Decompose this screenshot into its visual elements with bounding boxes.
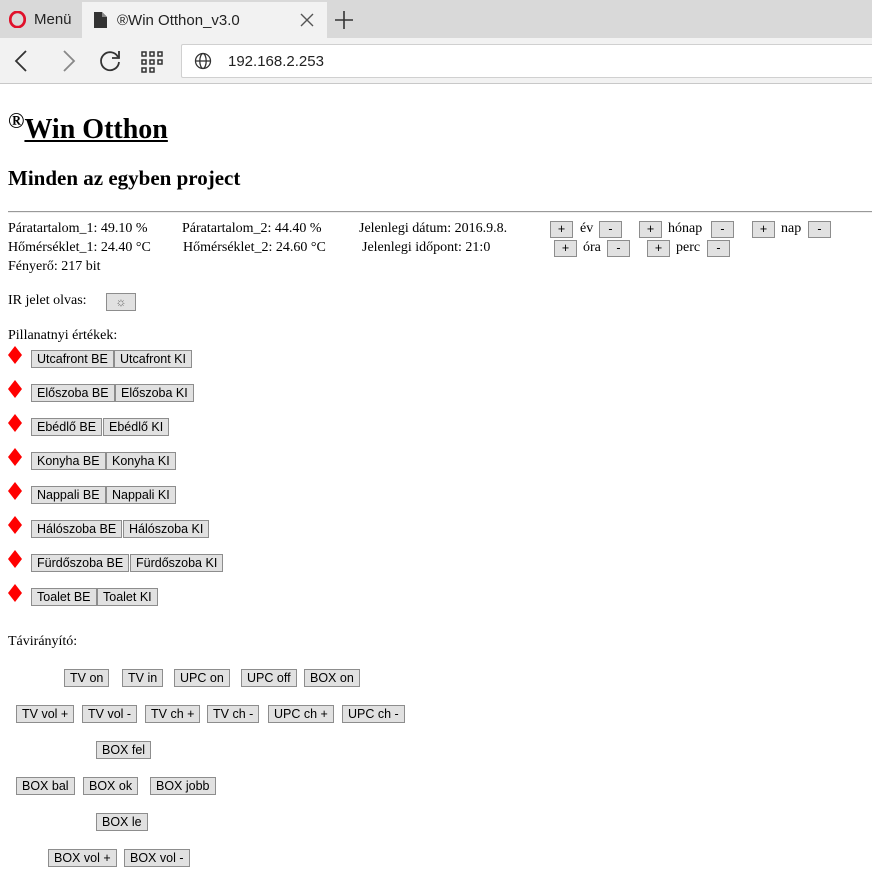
humidity-2: Páratartalom_2: 44.40 % bbox=[182, 221, 322, 236]
close-tab-icon[interactable] bbox=[299, 12, 315, 28]
box-on-button[interactable]: BOX on bbox=[304, 669, 360, 687]
room-on-button[interactable]: Toalet BE bbox=[31, 588, 97, 606]
menu-label: Menü bbox=[34, 10, 72, 28]
day-label: nap bbox=[781, 221, 802, 236]
address-text: 192.168.2.253 bbox=[228, 52, 324, 70]
tv-vol-down-button[interactable]: TV vol - bbox=[82, 705, 138, 723]
humidity-1: Páratartalom_1: 49.10 % bbox=[8, 221, 148, 236]
opera-menu-button[interactable]: Menü bbox=[0, 0, 82, 38]
current-date: Jelenlegi dátum: 2016.9.8. bbox=[359, 221, 508, 236]
page-title: ®Win Otthon bbox=[8, 108, 168, 146]
box-down-button[interactable]: BOX le bbox=[96, 813, 148, 831]
year-plus-button[interactable]: + bbox=[550, 221, 573, 238]
status-diamond-icon bbox=[8, 448, 22, 466]
status-diamond-icon bbox=[8, 482, 22, 500]
tv-in-button[interactable]: TV in bbox=[122, 669, 164, 687]
tv-ch-up-button[interactable]: TV ch + bbox=[145, 705, 201, 723]
room-off-button[interactable]: Nappali KI bbox=[106, 486, 176, 504]
room-off-button[interactable]: Ebédlő KI bbox=[103, 418, 170, 436]
page-subtitle: Minden az egyben project bbox=[8, 166, 241, 190]
room-on-button[interactable]: Ebédlő BE bbox=[31, 418, 103, 436]
room-off-button[interactable]: Toalet KI bbox=[97, 588, 158, 606]
temperature-2: Hőmérséklet_2: 24.60 °C bbox=[183, 240, 326, 255]
status-diamond-icon bbox=[8, 516, 22, 534]
status-diamond-icon bbox=[8, 414, 22, 432]
browser-toolbar: 192.168.2.253 bbox=[0, 38, 872, 84]
hour-label: óra bbox=[583, 240, 601, 255]
document-icon bbox=[94, 12, 107, 28]
room-off-button[interactable]: Konyha KI bbox=[106, 452, 176, 470]
tv-vol-up-button[interactable]: TV vol + bbox=[16, 705, 75, 723]
upc-on-button[interactable]: UPC on bbox=[174, 669, 230, 687]
box-vol-down-button[interactable]: BOX vol - bbox=[124, 849, 190, 867]
status-diamond-icon bbox=[8, 380, 22, 398]
page-content: ®Win Otthon Minden az egyben project Pár… bbox=[0, 86, 872, 895]
new-tab-icon[interactable] bbox=[333, 9, 355, 31]
upc-ch-up-button[interactable]: UPC ch + bbox=[268, 705, 334, 723]
minute-plus-button[interactable]: + bbox=[647, 240, 670, 257]
temperature-1: Hőmérséklet_1: 24.40 °C bbox=[8, 240, 151, 255]
current-values-label: Pillanatnyi értékek: bbox=[8, 328, 118, 343]
divider bbox=[8, 211, 872, 213]
room-on-button[interactable]: Hálószoba BE bbox=[31, 520, 123, 538]
forward-icon[interactable] bbox=[55, 48, 81, 74]
status-diamond-icon bbox=[8, 346, 22, 364]
box-vol-up-button[interactable]: BOX vol + bbox=[48, 849, 117, 867]
box-ok-button[interactable]: BOX ok bbox=[83, 777, 139, 795]
status-diamond-icon bbox=[8, 584, 22, 602]
back-icon[interactable] bbox=[9, 48, 35, 74]
month-minus-button[interactable]: - bbox=[711, 221, 734, 238]
tab-title: ®Win Otthon_v3.0 bbox=[117, 11, 240, 29]
browser-tab-bar: Menü ®Win Otthon_v3.0 bbox=[0, 0, 872, 38]
box-left-button[interactable]: BOX bal bbox=[16, 777, 75, 795]
day-minus-button[interactable]: - bbox=[808, 221, 831, 238]
speed-dial-icon[interactable] bbox=[140, 48, 166, 74]
minute-minus-button[interactable]: - bbox=[707, 240, 730, 257]
hour-plus-button[interactable]: + bbox=[554, 240, 577, 257]
room-on-button[interactable]: Nappali BE bbox=[31, 486, 106, 504]
title-link[interactable]: Win Otthon bbox=[24, 114, 167, 145]
status-diamond-icon bbox=[8, 550, 22, 568]
upc-off-button[interactable]: UPC off bbox=[241, 669, 297, 687]
year-label: év bbox=[580, 221, 594, 236]
ir-read-button[interactable]: ☼ bbox=[106, 293, 136, 311]
day-plus-button[interactable]: + bbox=[752, 221, 775, 238]
minute-label: perc bbox=[676, 240, 701, 255]
box-right-button[interactable]: BOX jobb bbox=[150, 777, 216, 795]
month-label: hónap bbox=[668, 221, 703, 236]
remote-label: Távirányító: bbox=[8, 634, 78, 649]
active-tab[interactable]: ®Win Otthon_v3.0 bbox=[82, 2, 327, 38]
reload-icon[interactable] bbox=[97, 48, 123, 74]
ir-label: IR jelet olvas: bbox=[8, 293, 87, 308]
room-on-button[interactable]: Utcafront BE bbox=[31, 350, 114, 368]
room-off-button[interactable]: Fürdőszoba KI bbox=[130, 554, 224, 572]
tv-ch-down-button[interactable]: TV ch - bbox=[207, 705, 260, 723]
month-plus-button[interactable]: + bbox=[639, 221, 662, 238]
tv-on-button[interactable]: TV on bbox=[64, 669, 110, 687]
room-off-button[interactable]: Hálószoba KI bbox=[123, 520, 210, 538]
light-level: Fényerő: 217 bit bbox=[8, 259, 101, 274]
hour-minus-button[interactable]: - bbox=[607, 240, 630, 257]
registered-mark: ® bbox=[8, 108, 25, 133]
room-on-button[interactable]: Konyha BE bbox=[31, 452, 106, 470]
upc-ch-down-button[interactable]: UPC ch - bbox=[342, 705, 405, 723]
opera-logo-icon bbox=[9, 10, 26, 28]
current-time: Jelenlegi időpont: 21:0 bbox=[362, 240, 491, 255]
box-up-button[interactable]: BOX fel bbox=[96, 741, 152, 759]
globe-icon bbox=[194, 52, 212, 70]
room-off-button[interactable]: Előszoba KI bbox=[115, 384, 194, 402]
room-on-button[interactable]: Előszoba BE bbox=[31, 384, 115, 402]
address-bar[interactable]: 192.168.2.253 bbox=[181, 44, 872, 78]
room-off-button[interactable]: Utcafront KI bbox=[114, 350, 192, 368]
year-minus-button[interactable]: - bbox=[599, 221, 622, 238]
room-on-button[interactable]: Fürdőszoba BE bbox=[31, 554, 130, 572]
